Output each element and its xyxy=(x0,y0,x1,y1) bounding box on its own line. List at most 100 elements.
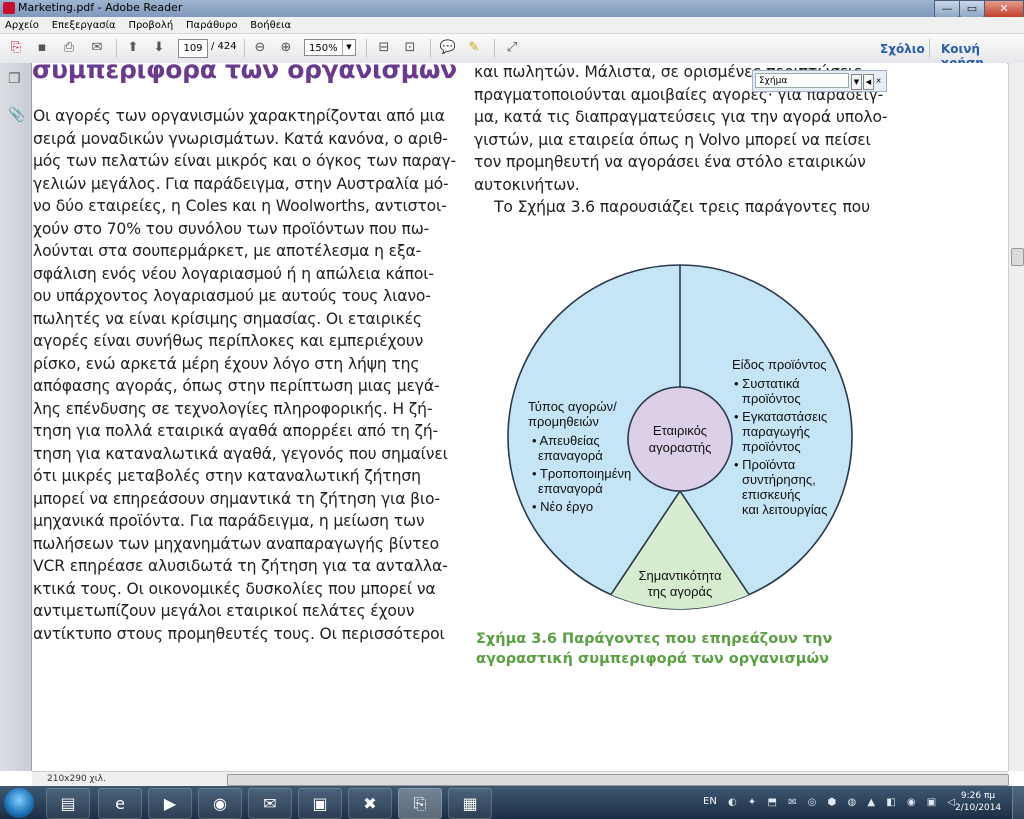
toolbar: ⎘ ▪ ⎙ ✉ ⬆ ⬇ 109 / 424 ⊖ ⊕ 150% ▼ ⊟ ⊡ 💬 ✎… xyxy=(0,34,1024,70)
create-pdf-icon[interactable]: ⎘ xyxy=(6,39,26,57)
previous-page-icon[interactable]: ⬆ xyxy=(123,39,143,57)
app-icon[interactable]: ✖ xyxy=(348,788,392,819)
text-line: Οι αγορές των οργανισμών χαρακτηρίζονται… xyxy=(33,107,445,125)
taskbar: ▤ e ▶ ◉ ✉ ▣ ✖ ⎘ ▦ EN ◐ ✦ ⬒ ✉ ◎ ⬢ ◍ ▲ ◧ ◉… xyxy=(0,786,1024,819)
vertical-scrollbar[interactable] xyxy=(1008,63,1024,771)
right-segment-item: • Συστατικά xyxy=(734,376,800,391)
left-segment-item: επαναγορά xyxy=(538,481,603,496)
left-segment-title: προμηθειών xyxy=(528,414,599,429)
navigation-pane: ❐ 📎 xyxy=(0,63,32,771)
text-line: μηχανικά προϊόντα. Για παράδειγμα, η μεί… xyxy=(33,512,425,530)
toolbar-divider xyxy=(929,39,930,58)
page-total: / 424 xyxy=(211,41,237,52)
zoom-in-icon[interactable]: ⊕ xyxy=(276,39,296,57)
fullscreen-icon[interactable]: ⤢ xyxy=(502,39,522,57)
left-segment-item: • Τροποποιημένη xyxy=(532,466,631,481)
close-button[interactable]: ✕ xyxy=(984,0,1024,18)
office-icon[interactable]: ▣ xyxy=(298,788,342,819)
right-segment-item: • Προϊόντα xyxy=(734,457,796,472)
menu-edit[interactable]: Επεξεργασία xyxy=(48,18,120,34)
print-icon[interactable]: ⎙ xyxy=(58,39,80,57)
find-previous-icon[interactable]: ◀ xyxy=(863,74,874,90)
center-circle xyxy=(627,386,733,492)
text-line: Το Σχήμα 3.6 παρουσιάζει τρεις παράγοντε… xyxy=(494,198,870,216)
close-icon[interactable]: ✕ xyxy=(874,74,883,88)
chrome-icon[interactable]: ◉ xyxy=(198,788,242,819)
text-line: αντιμετωπίζουν μεγάλοι εταιρικοί πελάτες… xyxy=(33,602,415,620)
zoom-out-icon[interactable]: ⊖ xyxy=(250,39,270,57)
chevron-down-icon[interactable]: ▼ xyxy=(342,40,355,55)
show-desktop-button[interactable] xyxy=(1012,786,1024,819)
toolbar-divider xyxy=(430,39,431,58)
section-heading: συμπεριφορά των οργανισμών xyxy=(32,63,457,84)
menu-view[interactable]: Προβολή xyxy=(124,18,177,34)
page-size-label: 210x290 χιλ. xyxy=(47,774,106,784)
text-line: χούν στο 70% του συνόλου των προϊόντων π… xyxy=(33,219,430,238)
text-line: σφάλιση ενός νέου λογαριασμού ή η απώλει… xyxy=(33,264,434,283)
left-segment-item: • Απευθείας xyxy=(532,433,600,448)
start-button[interactable] xyxy=(4,788,34,818)
chevron-down-icon[interactable]: ▼ xyxy=(851,74,862,90)
menu-help[interactable]: Βοήθεια xyxy=(246,18,295,34)
left-segment-item: • Νέο έργο xyxy=(532,499,593,514)
toolbar-divider xyxy=(244,39,245,58)
center-label: Εταιρικός xyxy=(653,423,707,438)
clock-date: 2/10/2014 xyxy=(955,803,1002,813)
text-line: μπορεί να επηρεάσουν σημαντικά τη ζήτηση… xyxy=(33,489,440,508)
highlight-icon[interactable]: ✎ xyxy=(464,39,484,57)
find-input[interactable]: Σχήμα xyxy=(755,73,849,88)
scroll-thumb[interactable] xyxy=(227,774,1009,786)
text-line: VCR επηρέασε αλυσιδωτά τη ζήτηση για τα … xyxy=(33,557,448,575)
text-line: αυτοκινήτων. xyxy=(474,175,580,194)
system-tray-icons[interactable]: ◐ ✦ ⬒ ✉ ◎ ⬢ ◍ ▲ ◧ ◉ ▣ ◁ xyxy=(728,797,959,808)
menu-bar: Αρχείο Επεξεργασία Προβολή Παράθυρο Βοήθ… xyxy=(0,17,1024,34)
right-segment-item: παραγωγής xyxy=(742,424,810,439)
save-icon[interactable]: ▪ xyxy=(32,39,52,57)
comment-bubble-icon[interactable]: 💬 xyxy=(438,39,458,57)
page-number-input[interactable]: 109 xyxy=(178,39,208,58)
adobe-reader-icon[interactable]: ⎘ xyxy=(398,788,442,819)
figure-caption: Σχήμα 3.6 Παράγοντες που επηρεάζουν την … xyxy=(476,629,832,669)
next-page-icon[interactable]: ⬇ xyxy=(149,39,169,57)
fit-width-icon[interactable]: ⊟ xyxy=(374,39,394,57)
text-line: λούνται στα σουπερμάρκετ, με αποτέλεσμα … xyxy=(33,242,422,260)
caption-line: αγοραστική συμπεριφορά των οργανισμών xyxy=(476,651,829,667)
text-line: αντίκτυπο στους προμηθευτές τους. Οι περ… xyxy=(33,624,445,643)
text-line: τηση για πολλά εταιρικά αγαθά απορρέει α… xyxy=(33,422,439,440)
text-line: κτικά τους. Οι οικονομικές δυσκολίες που… xyxy=(33,579,436,598)
zoom-select[interactable]: 150% ▼ xyxy=(304,39,356,56)
right-segment-item: προϊόντος xyxy=(742,391,801,406)
comment-button[interactable]: Σχόλιο xyxy=(880,42,925,56)
internet-explorer-icon[interactable]: e xyxy=(98,788,142,819)
menu-window[interactable]: Παράθυρο xyxy=(182,18,241,34)
figure-diagram: Εταιρικός αγοραστής Τύπος αγορών/ προμηθ… xyxy=(507,264,853,610)
toolbar-divider xyxy=(116,39,117,58)
email-icon[interactable]: ✉ xyxy=(86,39,108,57)
horizontal-scrollbar[interactable]: 210x290 χιλ. xyxy=(32,771,1009,787)
right-segment-item: επισκευής xyxy=(742,487,801,502)
explorer-icon[interactable]: ▤ xyxy=(46,788,90,819)
media-player-icon[interactable]: ▶ xyxy=(148,788,192,819)
left-text-column: Οι αγορές των οργανισμών χαρακτηρίζονται… xyxy=(33,105,456,645)
attachments-icon[interactable]: 📎 xyxy=(8,107,25,123)
scroll-thumb[interactable] xyxy=(1011,248,1024,266)
system-clock[interactable]: 9:26 πμ 2/10/2014 xyxy=(955,790,1001,814)
text-line: ότι μικρές μεταβολές στην καταναλωτική ζ… xyxy=(33,467,421,485)
text-line: ρίσκο, ενώ αρκετά μέρη έχουν λόγο στη λή… xyxy=(33,354,420,373)
bottom-segment-label: Σημαντικότητα xyxy=(638,568,721,583)
menu-file[interactable]: Αρχείο xyxy=(1,18,43,34)
text-line: νο δύο εταιρείες, η Coles και η Woolwort… xyxy=(33,197,447,215)
fit-page-icon[interactable]: ⊡ xyxy=(400,39,420,57)
text-line: αγορές είναι συνήθως περίπλοκες και εμπε… xyxy=(33,332,424,350)
toolbar-divider xyxy=(366,39,367,58)
mail-icon[interactable]: ✉ xyxy=(248,788,292,819)
snipping-tool-icon[interactable]: ▦ xyxy=(448,788,492,819)
text-line: τηση για καταναλωτικά αγαθά, γεγονός που… xyxy=(33,444,448,463)
minimize-button[interactable]: — xyxy=(934,0,960,18)
pages-icon[interactable]: ❐ xyxy=(8,71,23,87)
maximize-button[interactable]: ▭ xyxy=(959,0,985,18)
document-view: συμπεριφορά των οργανισμών Οι αγορές των… xyxy=(32,63,1007,771)
window-title: Marketing.pdf - Adobe Reader xyxy=(18,1,183,14)
text-line: μα, κατά τις διαπραγματεύσεις για την αγ… xyxy=(474,108,888,126)
language-indicator[interactable]: EN xyxy=(703,796,717,807)
